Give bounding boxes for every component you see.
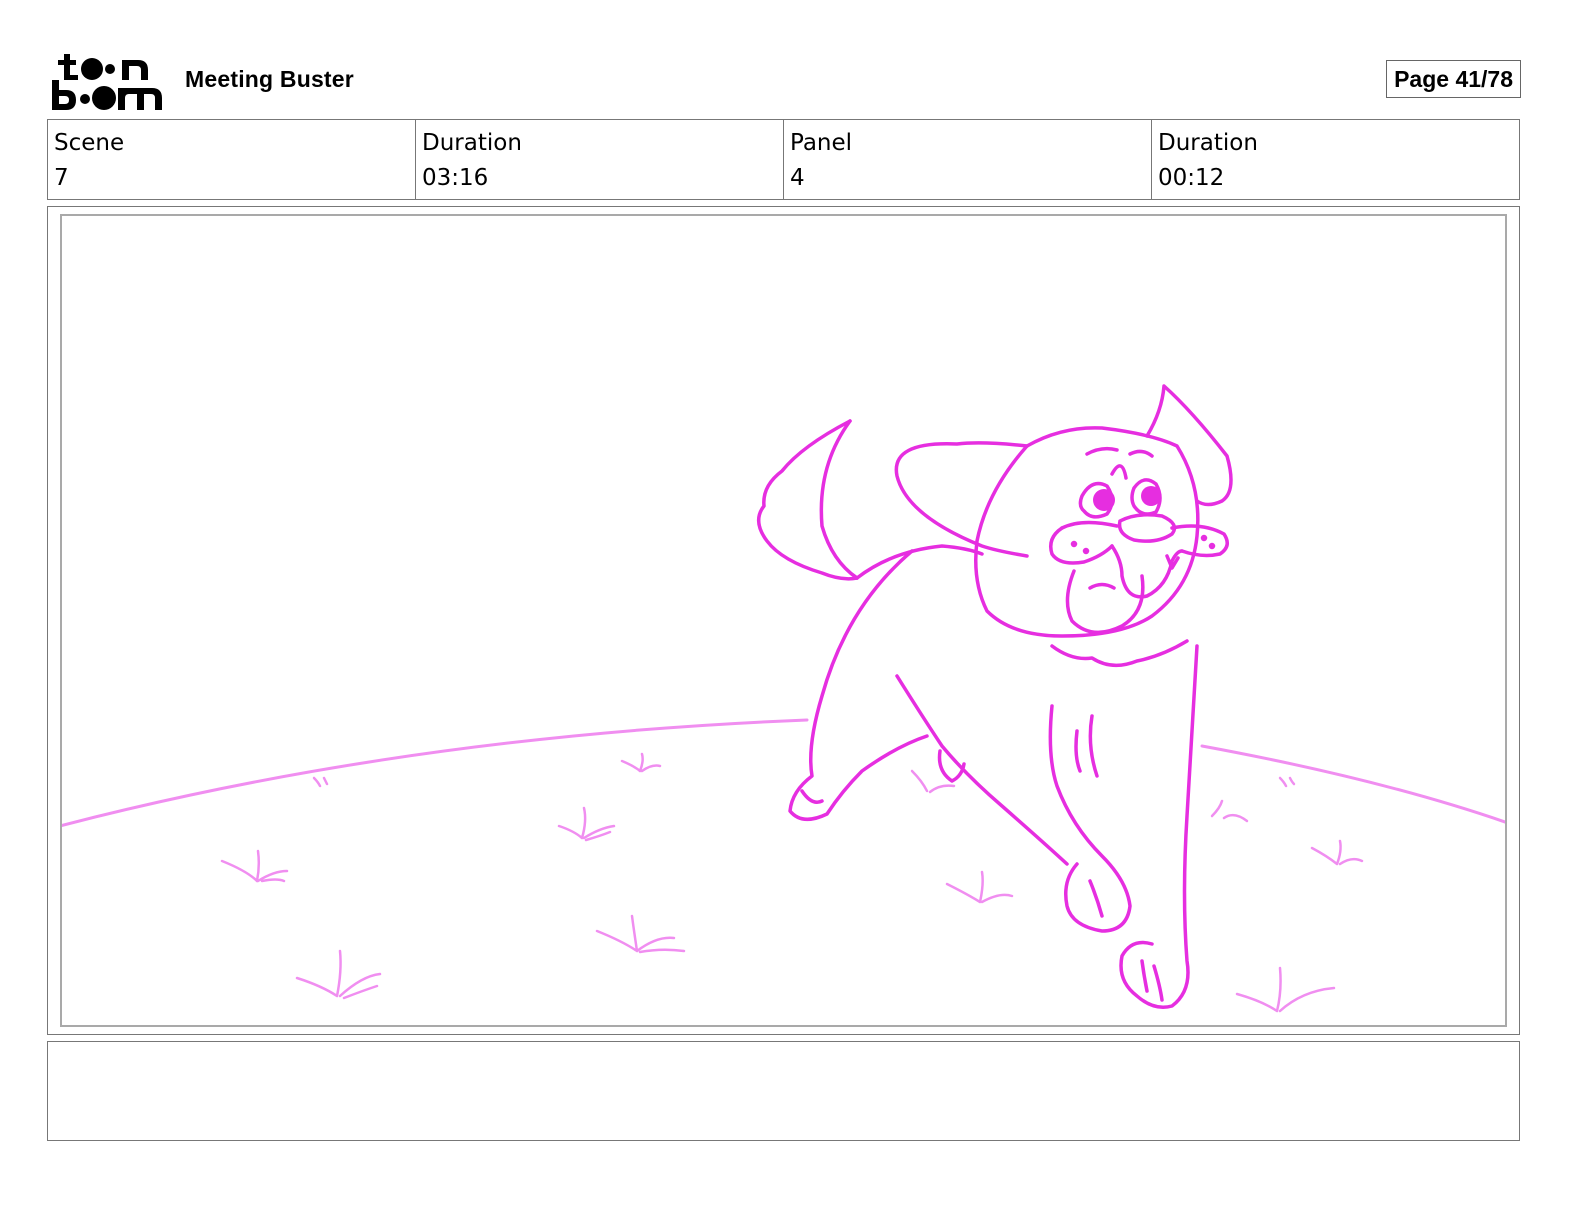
toon-boom-logo-icon <box>52 52 164 112</box>
panel-info-table: Scene 7 Duration 03:16 Panel 4 Duration … <box>47 119 1520 200</box>
scene-cell: Scene 7 <box>48 120 416 199</box>
panel-cell: Panel 4 <box>784 120 1152 199</box>
page-indicator: Page 41/78 <box>1386 60 1521 98</box>
dog-character <box>757 384 1233 1009</box>
scene-duration-cell: Duration 03:16 <box>416 120 784 199</box>
project-title: Meeting Buster <box>185 66 354 92</box>
storyboard-panel-image <box>60 214 1507 1027</box>
panel-value: 4 <box>790 165 805 191</box>
storyboard-panel-frame <box>47 206 1520 1035</box>
grass-tufts <box>220 752 1364 1013</box>
scene-duration-label: Duration <box>422 130 522 156</box>
dog-sketch-drawing <box>62 384 1505 1013</box>
horizon-line-right <box>1200 744 1505 824</box>
scene-label: Scene <box>54 130 125 156</box>
panel-duration-value: 00:12 <box>1158 165 1225 191</box>
scene-duration-value: 03:16 <box>422 165 489 191</box>
panel-label: Panel <box>790 130 853 156</box>
scene-value: 7 <box>54 165 69 191</box>
panel-notes-box <box>47 1041 1520 1141</box>
panel-duration-cell: Duration 00:12 <box>1152 120 1519 199</box>
horizon-line <box>62 718 809 827</box>
panel-duration-label: Duration <box>1158 130 1258 156</box>
